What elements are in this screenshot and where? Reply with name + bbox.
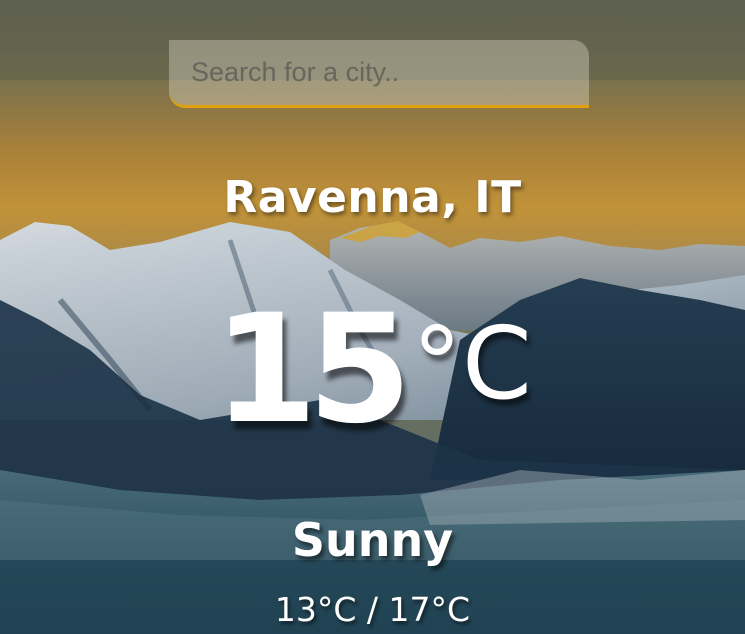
search-bar[interactable] <box>169 40 589 108</box>
temperature-display: 15 °C <box>0 290 745 450</box>
weather-condition: Sunny <box>291 513 454 567</box>
search-input[interactable] <box>169 40 589 108</box>
hi-lo-temperature: 13°C / 17°C <box>274 590 471 629</box>
location-name: Ravenna, IT <box>223 172 522 223</box>
temperature-value: 15 <box>213 283 412 457</box>
temperature-unit: °C <box>411 305 532 422</box>
